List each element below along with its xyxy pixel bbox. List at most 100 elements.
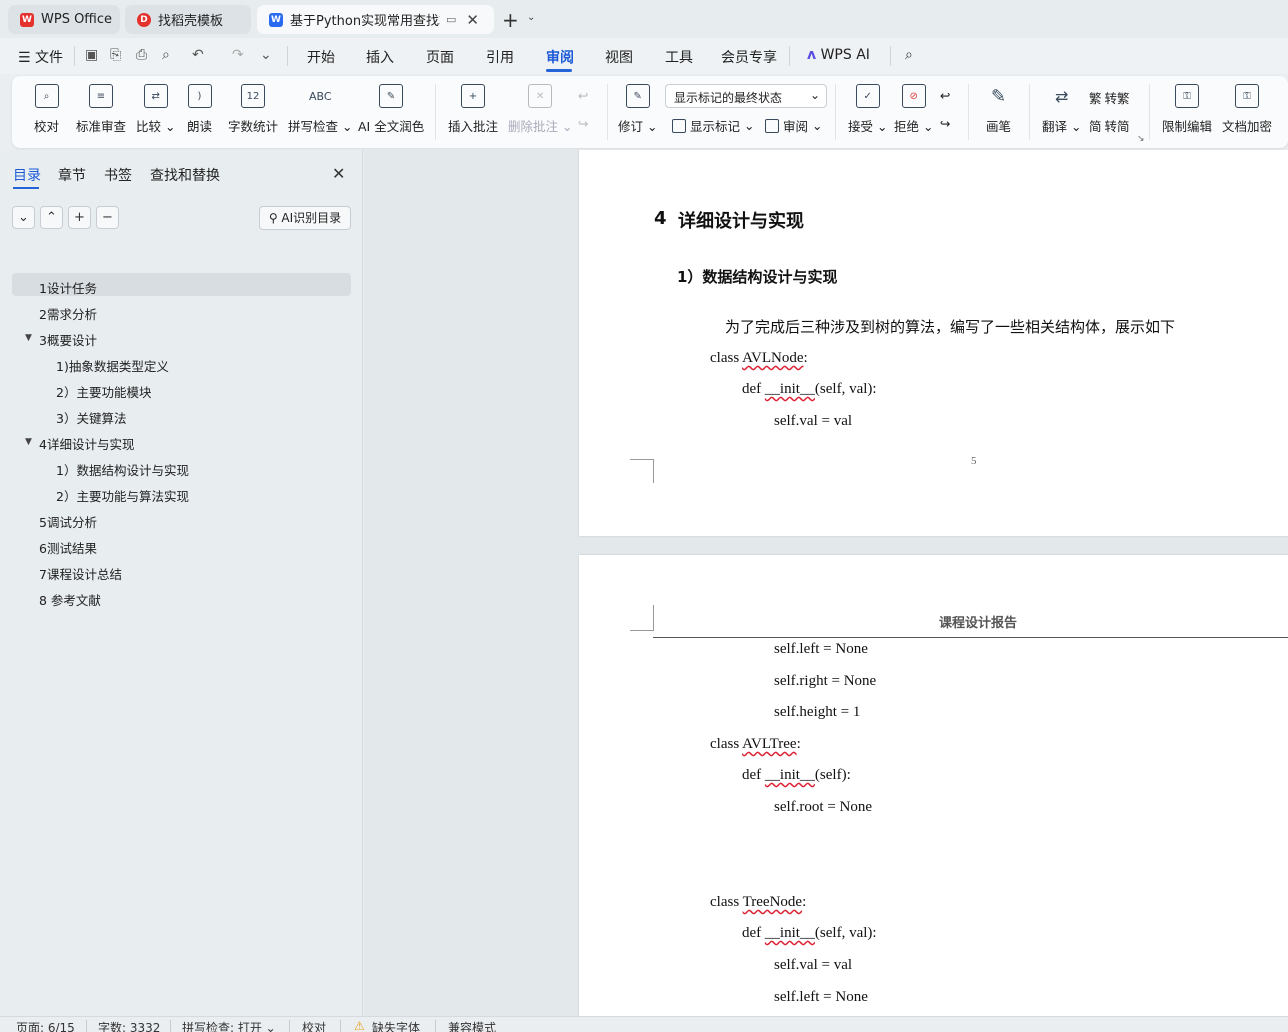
tab-bookmarks[interactable]: 书签 [104,165,132,185]
toc-item[interactable]: 5调试分析 [39,512,97,531]
proofread-status[interactable]: 校对 [302,1019,326,1032]
redo-icon[interactable]: ↷ [232,47,244,63]
to-traditional-button[interactable]: 繁转繁 [1089,88,1130,107]
document-page[interactable]: 4 详细设计与实现 1）数据结构设计与实现 为了完成后三种涉及到树的算法，编写了… [579,150,1288,536]
menu-item-insert[interactable]: 插入 [366,47,394,67]
encrypt-button[interactable]: ⚿ 文档加密 [1222,84,1272,135]
menu-item-home[interactable]: 开始 [307,47,335,67]
menu-item-review[interactable]: 审阅 [546,47,574,67]
overflow-button[interactable]: 文 [1282,84,1288,135]
previous-change-icon[interactable]: ↩ [940,88,950,103]
to-simplified-button[interactable]: 简转简 [1089,116,1130,135]
expand-triangle-icon[interactable]: ▼ [25,333,32,343]
ai-polish-button[interactable]: ✎ AI 全文润色 [358,84,424,135]
previous-comment-icon[interactable]: ↩ [578,88,588,103]
undo-icon[interactable]: ↶ [192,47,204,63]
translate-button[interactable]: ⇄ 翻译 ⌄ [1042,84,1081,135]
tab-template[interactable]: D 找稻壳模板 [125,5,251,34]
menu-item-view[interactable]: 视图 [605,47,633,67]
spell-check-button[interactable]: ABC 拼写检查 ⌄ [288,84,352,135]
spell-check-status[interactable]: 拼写检查: 打开 ⌄ [182,1019,276,1032]
word-count-button[interactable]: 12 字数统计 [228,84,278,135]
toc-item[interactable]: 1设计任务 [39,278,97,297]
missing-font-status[interactable]: 缺失字体 [372,1019,420,1032]
show-markup-button[interactable]: 显示标记 ⌄ [672,116,754,135]
expand-corner-icon[interactable]: ↘ [1137,134,1145,144]
toc-item[interactable]: 4详细设计与实现 [39,434,134,453]
tab-find-replace[interactable]: 查找和替换 [150,165,220,185]
standard-review-button[interactable]: ≡ 标准审查 [76,84,126,135]
delete-comment-label: 删除批注 ⌄ [508,119,573,134]
chevron-down-icon: ⌄ [809,88,820,102]
monitor-icon[interactable]: ▭ [446,13,456,26]
export-icon[interactable]: ⎘ [110,47,121,63]
add-icon[interactable]: + [68,206,91,229]
menu-item-tools[interactable]: 工具 [665,47,693,67]
chevron-down-icon[interactable]: ⌄ [527,12,535,23]
divider [890,46,891,66]
save-icon[interactable]: ▣ [85,47,98,63]
toc-item[interactable]: 3）关键算法 [56,408,126,427]
tab-toc[interactable]: 目录 [13,165,41,185]
ai-polish-label: AI 全文润色 [358,119,425,134]
expand-triangle-icon[interactable]: ▼ [25,437,32,447]
proofread-button[interactable]: ⌕ 校对 [34,84,59,135]
collapse-chevron-down-icon[interactable]: ⌄ [12,206,35,229]
menu-item-page[interactable]: 页面 [426,47,454,67]
page-indicator[interactable]: 页面: 6/15 [16,1019,75,1032]
compat-mode-status[interactable]: 兼容模式 [448,1019,496,1032]
restrict-editing-button[interactable]: ⚿ 限制编辑 [1162,84,1212,135]
markup-state-select[interactable]: 显示标记的最终状态 ⌄ [665,84,827,108]
toc-item[interactable]: 6测试结果 [39,538,97,557]
toc-item[interactable]: 8 参考文献 [39,590,101,609]
document-page[interactable]: 课程设计报告 self.left = None self.right = Non… [579,555,1288,1016]
code-line: self.val = val [774,957,853,973]
pen-button[interactable]: ✎ 画笔 [986,84,1011,135]
word-count-indicator[interactable]: 字数: 3332 [98,1019,160,1032]
divider [86,1020,87,1032]
search-icon[interactable]: ⌕ [905,47,913,63]
delete-comment-button[interactable]: ✕ 删除批注 ⌄ [508,84,572,135]
close-tab-icon[interactable]: ✕ [466,11,479,29]
document-canvas[interactable]: 4 详细设计与实现 1）数据结构设计与实现 为了完成后三种涉及到树的算法，编写了… [364,150,1288,1016]
insert-comment-button[interactable]: + 插入批注 [448,84,498,135]
tab-chapters[interactable]: 章节 [58,165,86,185]
toc-item[interactable]: 1）数据结构设计与实现 [56,460,189,479]
page-header: 课程设计报告 [939,616,1018,631]
remove-icon[interactable]: − [96,206,119,229]
track-changes-button[interactable]: ✎ 修订 ⌄ [618,84,657,135]
next-change-icon[interactable]: ↪ [940,116,950,131]
next-comment-icon[interactable]: ↪ [578,116,588,131]
tab-document[interactable]: W 基于Python实现常用查找算法 ▭ ✕ [257,5,494,34]
spell-check-label: 拼写检查 ⌄ [288,119,353,134]
body-paragraph: 为了完成后三种涉及到树的算法，编写了一些相关结构体，展示如下 [725,318,1176,336]
more-chevron-icon[interactable]: ⌄ [260,47,272,63]
menu-item-member[interactable]: 会员专享 [721,47,777,67]
accept-button[interactable]: ✓ 接受 ⌄ [848,84,887,135]
tab-wps-office[interactable]: W WPS Office [8,5,120,34]
review-pane-button[interactable]: 审阅 ⌄ [765,116,822,135]
file-menu[interactable]: ☰ 文件 [18,47,63,67]
navigation-pane: 目录 章节 书签 查找和替换 ✕ ⌄ ⌃ + − ⚲ AI识别目录 1设计任务 … [0,150,363,1016]
toc-item[interactable]: 2）主要功能与算法实现 [56,486,189,505]
reject-button[interactable]: ⊘ 拒绝 ⌄ [894,84,933,135]
toc-item[interactable]: 1)抽象数据类型定义 [56,356,169,375]
add-tab-icon[interactable]: + [502,8,519,32]
track-changes-label: 修订 ⌄ [618,119,658,134]
toc-item[interactable]: 2）主要功能模块 [56,382,151,401]
proofread-label: 校对 [34,119,60,134]
toc-item[interactable]: 3概要设计 [39,330,97,349]
close-icon[interactable]: ✕ [332,164,345,183]
print-icon[interactable]: ⎙ [136,47,147,63]
read-aloud-button[interactable]: ) 朗读 [187,84,212,135]
chevron-up-icon[interactable]: ⌃ [40,206,63,229]
toc-item[interactable]: 2需求分析 [39,304,97,323]
print-preview-icon[interactable]: ⌕ [162,47,170,63]
menu-item-reference[interactable]: 引用 [486,47,514,67]
toc-item[interactable]: 7课程设计总结 [39,564,122,583]
compare-button[interactable]: ⇄ 比较 ⌄ [136,84,175,135]
code-line: class TreeNode: [710,894,807,910]
code-line: self.left = None [774,641,868,657]
ai-toc-button[interactable]: ⚲ AI识别目录 [259,206,351,230]
wps-ai-button[interactable]: ᴧ WPS AI [807,47,870,63]
